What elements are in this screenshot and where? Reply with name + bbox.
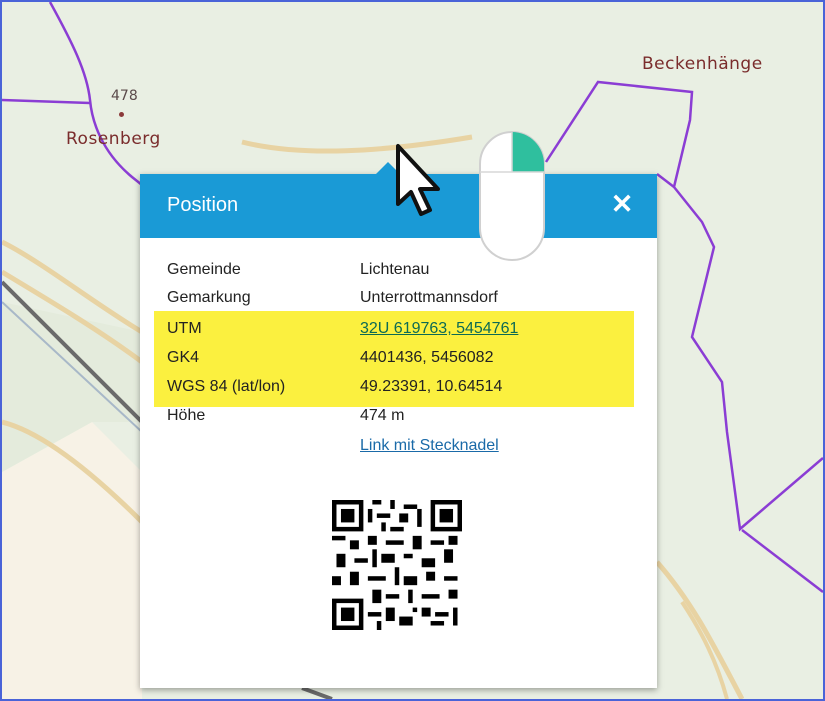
close-icon[interactable]: ✕	[611, 189, 634, 219]
popup-title: Position	[167, 194, 239, 216]
row-value: Lichtenau	[360, 261, 430, 278]
row-label: GK4	[167, 349, 200, 366]
utm-link[interactable]: 32U 619763, 5454761	[360, 317, 518, 341]
row-label: Gemeinde	[167, 261, 241, 278]
qr-code-icon	[332, 500, 462, 630]
close-button[interactable]: ✕	[608, 190, 636, 218]
field-area	[2, 422, 142, 699]
pin-link[interactable]: Link mit Stecknadel	[360, 434, 499, 458]
position-popup: Position ✕ Gemeinde Lichtenau Gemarkung …	[140, 162, 657, 688]
row-label: Höhe	[167, 407, 206, 424]
elevation-marker	[119, 112, 124, 117]
place-label-beckenhaenge: Beckenhänge	[642, 54, 763, 74]
elevation-label: 478	[111, 88, 138, 104]
row-label: UTM	[167, 320, 202, 337]
row-value: Unterrottmannsdorf	[360, 289, 498, 306]
row-value: 49.23391, 10.64514	[360, 378, 503, 395]
row-label: Gemarkung	[167, 289, 251, 306]
row-value: 4401436, 5456082	[360, 349, 494, 366]
map-viewport[interactable]: 478 Rosenberg Beckenhänge Position ✕ Gem…	[0, 0, 825, 701]
cursor-arrow-icon	[396, 144, 440, 216]
mouse-left-click-icon	[479, 131, 545, 261]
place-label-rosenberg: Rosenberg	[66, 129, 161, 149]
row-label: WGS 84 (lat/lon)	[167, 378, 286, 395]
row-value: 474 m	[360, 407, 405, 424]
